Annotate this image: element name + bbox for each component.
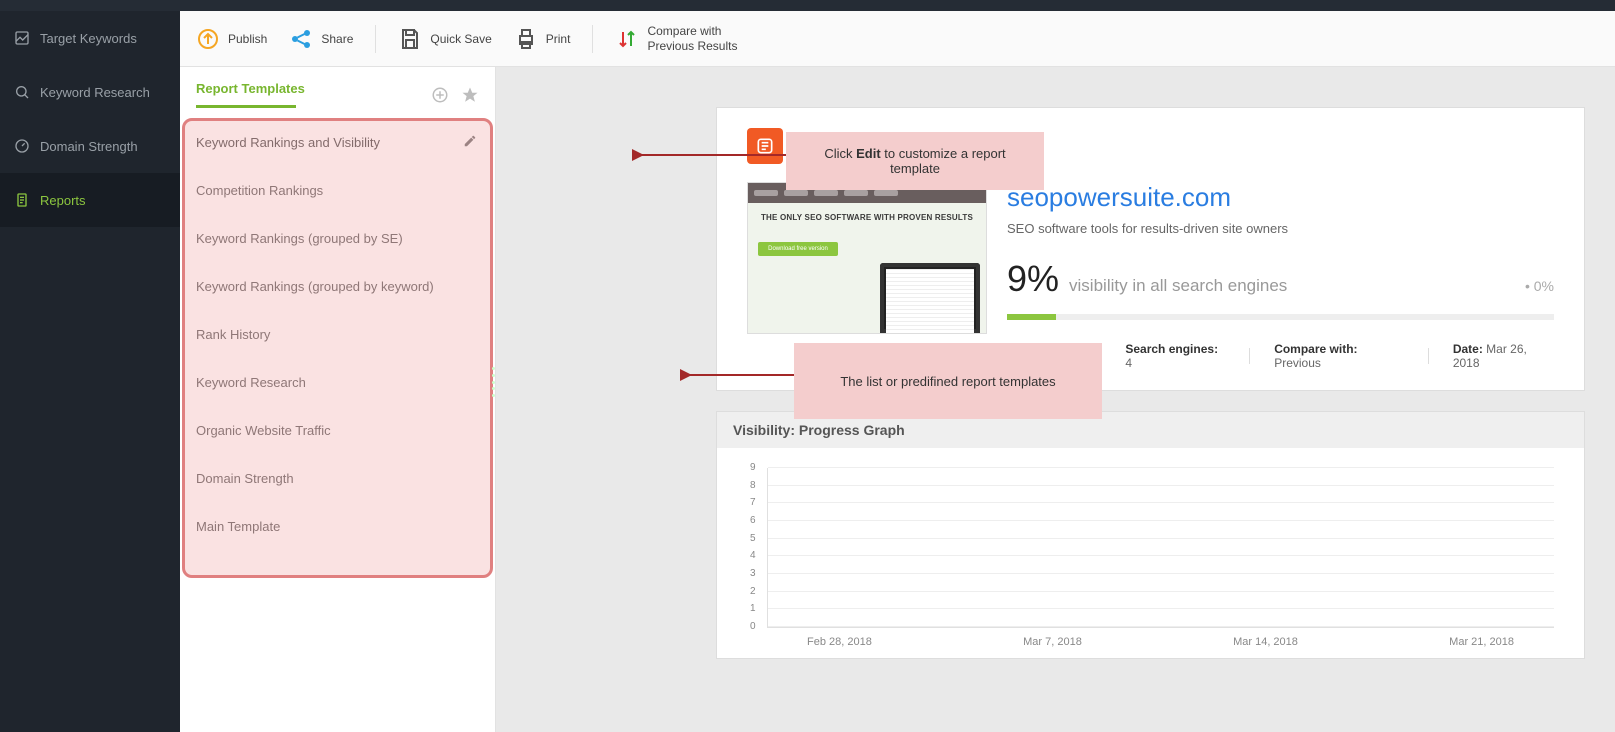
sidebar-item-domain-strength[interactable]: Domain Strength <box>0 119 180 173</box>
annotation-callout-edit: Click Edit to customize a report templat… <box>786 132 1044 190</box>
templates-panel: Report Templates Keyword Rankings and Vi… <box>180 67 496 732</box>
share-icon <box>289 27 313 51</box>
toolbar: Publish Share Quick Save Print Compare w… <box>180 11 1615 67</box>
template-item-label: Keyword Research <box>196 375 306 390</box>
sidebar-item-target-keywords[interactable]: Target Keywords <box>0 11 180 65</box>
template-item[interactable]: Rank History <box>180 310 495 358</box>
template-item-label: Keyword Rankings and Visibility <box>196 135 380 150</box>
template-item[interactable]: Keyword Rankings (grouped by keyword) <box>180 262 495 310</box>
template-item[interactable]: Competition Rankings <box>180 166 495 214</box>
sidebar-item-label: Reports <box>40 193 86 208</box>
visibility-delta: • 0% <box>1525 278 1554 294</box>
template-item[interactable]: Keyword Rankings and Visibility <box>180 118 495 166</box>
print-button[interactable]: Print <box>514 27 571 51</box>
annotation-arrow <box>632 145 792 165</box>
quicksave-button[interactable]: Quick Save <box>398 27 491 51</box>
template-item-label: Keyword Rankings (grouped by SE) <box>196 231 403 246</box>
annotation-callout-list: The list or predifined report templates <box>794 343 1102 419</box>
search-icon <box>14 84 30 100</box>
quicksave-label: Quick Save <box>430 32 491 46</box>
template-item-label: Main Template <box>196 519 280 534</box>
template-item-label: Competition Rankings <box>196 183 323 198</box>
templates-title: Report Templates <box>196 81 305 108</box>
chart-y-ticks: 0 1 2 3 4 5 6 7 8 9 <box>750 468 756 627</box>
edit-template-button[interactable] <box>463 134 479 150</box>
add-template-button[interactable] <box>431 86 449 104</box>
share-button[interactable]: Share <box>289 27 353 51</box>
template-item-label: Domain Strength <box>196 471 294 486</box>
thumb-download: Download free version <box>758 242 838 256</box>
compare-icon <box>615 27 639 51</box>
domain-link[interactable]: seopowersuite.com <box>1007 182 1554 213</box>
sidebar-item-reports[interactable]: Reports <box>0 173 180 227</box>
visibility-percent: 9% <box>1007 258 1059 300</box>
share-label: Share <box>321 32 353 46</box>
print-label: Print <box>546 32 571 46</box>
app-titlebar <box>0 0 1615 11</box>
domain-subtitle: SEO software tools for results-driven si… <box>1007 221 1554 236</box>
templates-list: Keyword Rankings and Visibility Competit… <box>180 118 495 732</box>
visibility-chart: 0 1 2 3 4 5 6 7 8 9 <box>717 448 1584 658</box>
sidebar-item-label: Target Keywords <box>40 31 137 46</box>
template-item[interactable]: Domain Strength <box>180 454 495 502</box>
visibility-label: visibility in all search engines <box>1069 276 1287 296</box>
compare-button[interactable]: Compare with Previous Results <box>615 24 737 53</box>
left-sidebar: Target Keywords Keyword Research Domain … <box>0 11 180 732</box>
document-icon <box>14 192 30 208</box>
sidebar-item-label: Keyword Research <box>40 85 150 100</box>
sidebar-item-label: Domain Strength <box>40 139 138 154</box>
publish-icon <box>196 27 220 51</box>
thumb-banner: THE ONLY SEO SOFTWARE WITH PROVEN RESULT… <box>758 213 976 222</box>
gauge-icon <box>14 138 30 154</box>
toolbar-separator <box>375 25 376 53</box>
template-item-label: Rank History <box>196 327 270 342</box>
template-item-label: Keyword Rankings (grouped by keyword) <box>196 279 434 294</box>
template-item[interactable]: Main Template <box>180 502 495 550</box>
template-item-label: Organic Website Traffic <box>196 423 331 438</box>
favorite-icon[interactable] <box>461 86 479 104</box>
template-item[interactable]: Keyword Rankings (grouped by SE) <box>180 214 495 262</box>
toolbar-separator <box>592 25 593 53</box>
save-icon <box>398 27 422 51</box>
publish-button[interactable]: Publish <box>196 27 267 51</box>
template-item[interactable]: Organic Website Traffic <box>180 406 495 454</box>
print-icon <box>514 27 538 51</box>
publish-label: Publish <box>228 32 267 46</box>
compare-label: Compare with Previous Results <box>647 24 737 53</box>
visibility-bar <box>1007 314 1554 320</box>
annotation-arrow <box>680 365 800 385</box>
visibility-chart-card: Visibility: Progress Graph 0 1 2 3 4 5 6 <box>716 411 1585 659</box>
chart-x-ticks: Feb 28, 2018 Mar 7, 2018 Mar 14, 2018 Ma… <box>767 636 1554 648</box>
chart-icon <box>14 30 30 46</box>
sidebar-item-keyword-research[interactable]: Keyword Research <box>0 65 180 119</box>
site-thumbnail: THE ONLY SEO SOFTWARE WITH PROVEN RESULT… <box>747 182 987 334</box>
template-item[interactable]: Keyword Research <box>180 358 495 406</box>
